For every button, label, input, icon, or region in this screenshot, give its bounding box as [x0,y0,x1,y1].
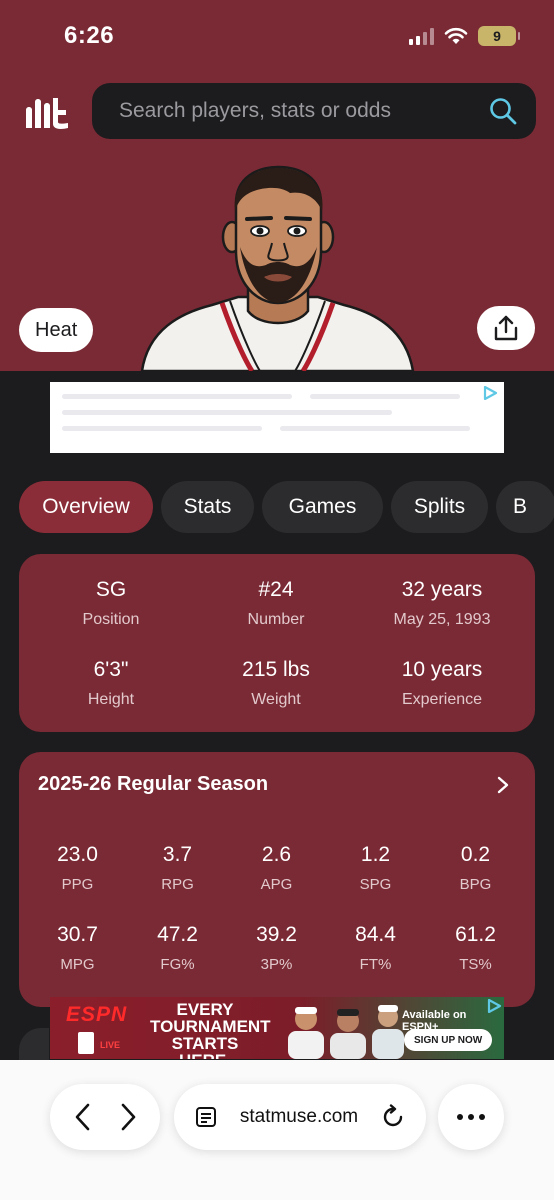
adchoices-icon[interactable] [486,999,502,1013]
espn-logo: ESPN [66,1003,128,1026]
status-bar: 6:26 9 [0,0,554,74]
back-icon[interactable] [72,1102,94,1132]
chevron-right-icon[interactable] [497,776,509,794]
nav-buttons [50,1084,160,1150]
season-title: 2025-26 Regular Season [38,773,269,795]
espn-banner-ad[interactable]: ESPN LIVE EVERY TOURNAMENT STARTS HERE. … [50,997,504,1059]
tab-games[interactable]: Games [262,481,383,533]
url-text[interactable]: statmuse.com [218,1106,380,1128]
search-input[interactable] [119,99,488,123]
player-header: 6:26 9 Search players, stats or odds Hea… [0,0,554,371]
statmuse-logo-icon[interactable] [24,96,70,130]
stat-rpg: 3.7 RPG [161,843,194,893]
more-dots-icon [457,1114,463,1120]
bio-age: 32 years May 25, 1993 [393,578,491,628]
tab-stats[interactable]: Stats [161,481,254,533]
search-icon[interactable] [488,96,518,126]
bio-number: #24 Number [247,578,305,628]
share-button[interactable] [477,306,535,350]
bio-weight: 215 lbs Weight [242,658,310,708]
team-button[interactable]: Heat [19,308,94,352]
battery-icon: 9 [478,26,520,46]
stat-bpg: 0.2 BPG [459,843,492,893]
status-icons: 9 [409,26,520,46]
player-bio-card: SG Position #24 Number 32 years May 25, … [19,554,535,732]
tab-bar: Overview Stats Games Splits B [19,481,554,533]
pga-tour-logo-icon [78,1032,94,1054]
browser-toolbar: statmuse.com [0,1060,554,1200]
live-label: LIVE [100,1040,121,1050]
stat-apg: 2.6 APG [260,843,293,893]
more-options-button[interactable] [438,1084,504,1150]
ad-headline: EVERY TOURNAMENT STARTS HERE. [150,1000,271,1059]
sign-up-button[interactable]: SIGN UP NOW [404,1029,493,1051]
status-time: 6:26 [64,22,115,49]
reload-icon[interactable] [380,1104,406,1130]
stat-ts-pct: 61.2 TS% [455,923,496,973]
bio-position: SG Position [82,578,140,628]
next-card-peek [19,1028,49,1060]
share-icon [494,315,518,341]
address-bar[interactable]: statmuse.com [174,1084,426,1150]
stat-mpg: 30.7 MPG [57,923,98,973]
wifi-icon [444,27,468,44]
tabs-icon[interactable] [194,1105,218,1129]
banner-ad[interactable] [50,382,504,453]
stat-fg-pct: 47.2 FG% [157,923,198,973]
tab-more[interactable]: B [496,481,554,533]
search-bar[interactable] [92,83,536,139]
tab-overview[interactable]: Overview [19,481,153,533]
player-avatar [140,165,415,371]
tab-splits[interactable]: Splits [391,481,488,533]
season-stats-card[interactable]: 2025-26 Regular Season 23.0 PPG 3.7 RPG … [19,752,535,1007]
stat-spg: 1.2 SPG [359,843,392,893]
stat-3p-pct: 39.2 3P% [256,923,297,973]
cellular-signal-icon [409,27,434,45]
stat-ppg: 23.0 PPG [57,843,98,893]
bio-experience: 10 years Experience [401,658,483,708]
forward-icon[interactable] [117,1102,139,1132]
bio-height: 6'3" Height [87,658,135,708]
adchoices-icon[interactable] [482,386,498,400]
stat-ft-pct: 84.4 FT% [355,923,396,973]
